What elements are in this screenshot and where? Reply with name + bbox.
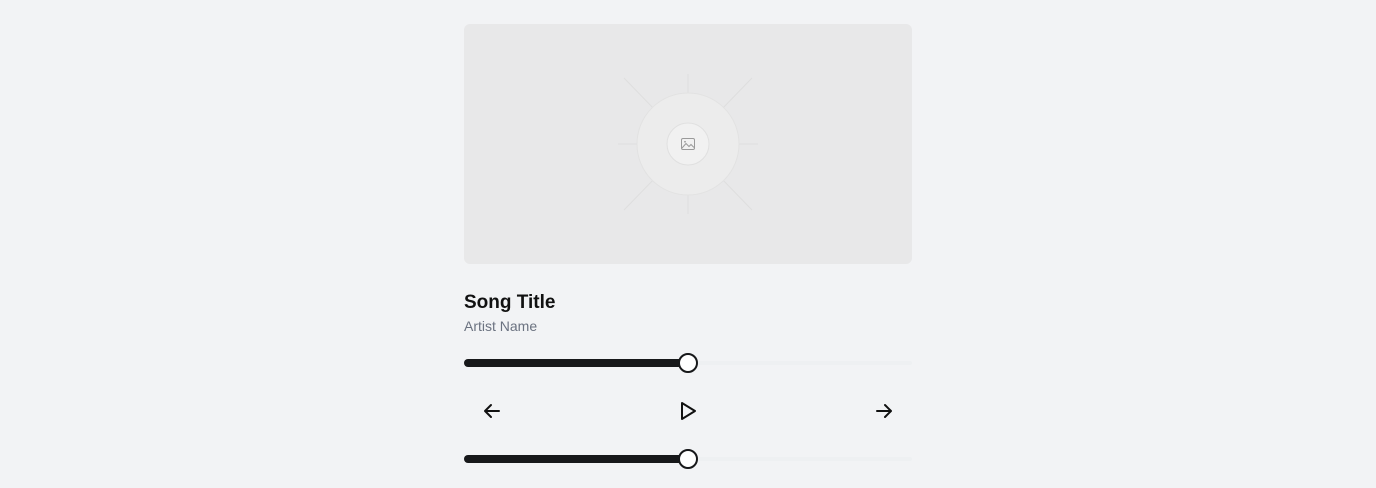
volume-thumb[interactable]: [678, 449, 698, 469]
playback-controls: [464, 391, 912, 431]
previous-button[interactable]: [480, 399, 504, 423]
next-button[interactable]: [872, 399, 896, 423]
arrow-left-icon: [484, 404, 500, 418]
music-player: Song Title Artist Name: [464, 24, 912, 469]
song-title: Song Title: [464, 292, 556, 313]
album-artwork: [464, 24, 912, 264]
artist-name: Artist Name: [464, 318, 538, 334]
play-icon: [681, 402, 696, 420]
progress-slider[interactable]: [464, 353, 912, 373]
image-placeholder: [618, 74, 758, 214]
arrow-right-icon: [876, 404, 892, 418]
volume-slider[interactable]: [464, 449, 912, 469]
volume-fill: [464, 455, 688, 463]
play-button[interactable]: [676, 399, 700, 423]
progress-fill: [464, 359, 688, 367]
progress-thumb[interactable]: [678, 353, 698, 373]
